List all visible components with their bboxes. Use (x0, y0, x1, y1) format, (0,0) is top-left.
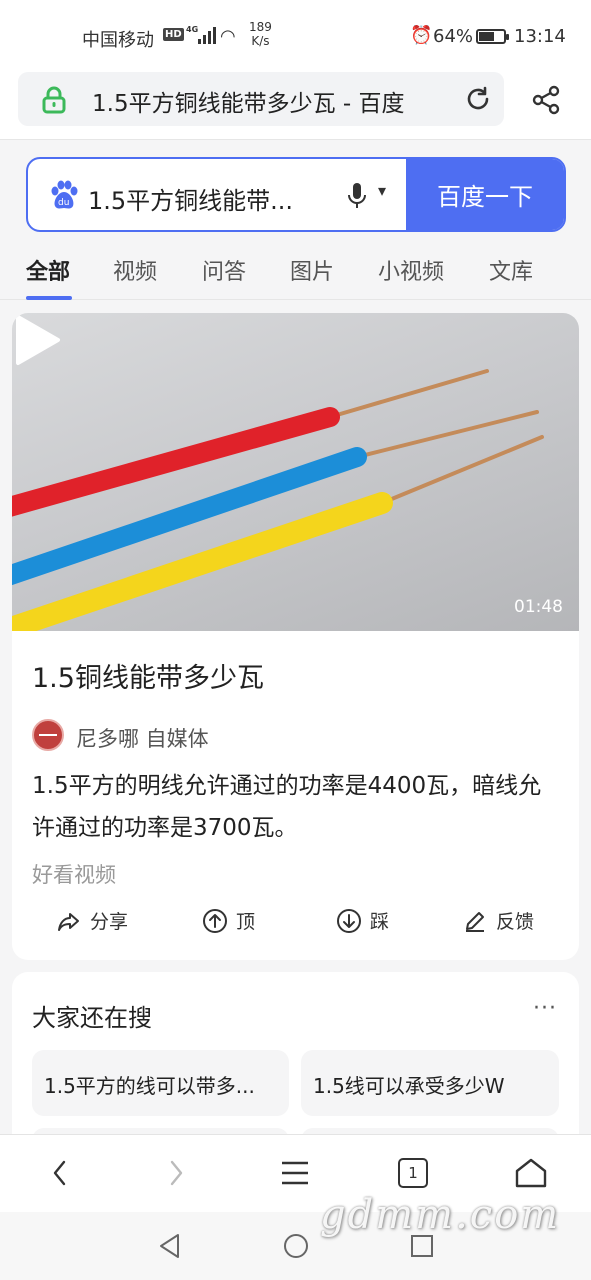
battery-fill (479, 32, 494, 41)
carrier-label: 中国移动 (82, 30, 154, 51)
network-type-label: 4G (186, 25, 198, 34)
speed-unit: K/s (251, 34, 270, 48)
result-source: 好看视频 (32, 863, 116, 887)
battery-icon (476, 29, 509, 44)
chevron-down-icon[interactable]: ▾ (378, 181, 386, 200)
home-button[interactable] (511, 1153, 551, 1193)
chevron-right-icon (170, 1160, 183, 1186)
feedback-button[interactable]: 反馈 (462, 907, 534, 934)
search-tabs: 全部 视频 问答 图片 小视频 文库 (0, 240, 591, 300)
video-duration: 01:48 (514, 597, 563, 617)
upvote-button[interactable]: 顶 (202, 907, 255, 934)
page-title: 1.5平方铜线能带多少瓦 - 百度 (92, 91, 405, 117)
alarm-icon: ⏰ (410, 25, 433, 46)
tab-count: 1 (398, 1158, 428, 1188)
feedback-label: 反馈 (496, 911, 535, 933)
video-thumbnail[interactable]: 01:48 (12, 313, 579, 631)
refresh-icon[interactable] (464, 85, 492, 113)
network-speed: 189 K/s (249, 20, 272, 48)
search-input[interactable]: 1.5平方铜线能带... (88, 181, 293, 216)
share-arrow-icon (58, 912, 79, 931)
search-box: du 1.5平方铜线能带... ▾ 百度一下 (26, 157, 566, 232)
play-icon[interactable] (12, 313, 62, 367)
browser-toolbar: 1.5平方铜线能带多少瓦 - 百度 (0, 72, 591, 140)
arrow-up-circle-icon (203, 908, 227, 933)
share-label: 分享 (90, 911, 129, 933)
arrow-down-circle-icon (337, 908, 361, 933)
tab-short-video[interactable]: 小视频 (378, 254, 444, 286)
status-bar: 中国移动 HD 4G ◠ 189 K/s ⏰ 64% 13:14 (0, 0, 591, 72)
active-tab-indicator (26, 296, 72, 300)
address-bar[interactable]: 1.5平方铜线能带多少瓦 - 百度 (18, 72, 504, 126)
watermark-logo: gdmm.com (320, 1192, 561, 1238)
chevron-left-icon (53, 1160, 66, 1186)
search-button[interactable]: 百度一下 (406, 159, 564, 230)
tabs-button[interactable]: 1 (393, 1153, 433, 1193)
video-result-card[interactable]: 01:48 1.5铜线能带多少瓦 尼多哪 自媒体 1.5平方的明线允许通过的功率… (12, 313, 579, 960)
more-options-icon[interactable]: ··· (533, 996, 557, 1021)
forward-button[interactable] (156, 1153, 196, 1193)
tab-wenku[interactable]: 文库 (489, 254, 533, 286)
hd-badge: HD (163, 28, 184, 41)
author-avatar[interactable] (32, 719, 64, 751)
tab-video[interactable]: 视频 (113, 254, 157, 286)
system-back-icon[interactable] (156, 1232, 184, 1260)
cell-signal-icon: 4G (186, 25, 216, 44)
speed-value: 189 (249, 20, 272, 34)
menu-button[interactable] (275, 1153, 315, 1193)
pencil-icon (466, 911, 484, 932)
share-icon[interactable] (530, 84, 562, 116)
wifi-icon: ◠ (220, 26, 236, 47)
clock: 13:14 (514, 26, 566, 47)
lock-icon (42, 86, 66, 114)
result-title[interactable]: 1.5铜线能带多少瓦 (32, 656, 264, 695)
related-chip[interactable]: 1.5线可以承受多少W (301, 1050, 559, 1116)
downvote-button[interactable]: 踩 (336, 907, 389, 934)
result-actions: 分享 顶 踩 反馈 (12, 903, 579, 943)
svg-text:du: du (58, 198, 69, 208)
result-summary: 1.5平方的明线允许通过的功率是4400瓦，暗线允许通过的功率是3700瓦。 (32, 773, 542, 841)
related-title: 大家还在搜 (32, 1004, 152, 1032)
tab-images[interactable]: 图片 (290, 254, 334, 286)
tab-all[interactable]: 全部 (26, 254, 70, 286)
system-home-icon[interactable] (282, 1232, 310, 1260)
hamburger-menu-icon (282, 1161, 308, 1185)
battery-percent: 64% (433, 26, 474, 47)
wires-illustration (12, 369, 544, 631)
downvote-label: 踩 (370, 911, 390, 933)
upvote-label: 顶 (236, 911, 256, 933)
baidu-paw-icon: du (51, 180, 78, 209)
share-button[interactable]: 分享 (56, 907, 128, 934)
tab-qa[interactable]: 问答 (202, 254, 246, 286)
back-button[interactable] (40, 1153, 80, 1193)
author-name[interactable]: 尼多哪 自媒体 (76, 723, 209, 753)
microphone-icon[interactable] (346, 181, 368, 211)
related-chip[interactable]: 1.5平方的线可以带多... (32, 1050, 289, 1116)
home-icon (515, 1158, 547, 1188)
